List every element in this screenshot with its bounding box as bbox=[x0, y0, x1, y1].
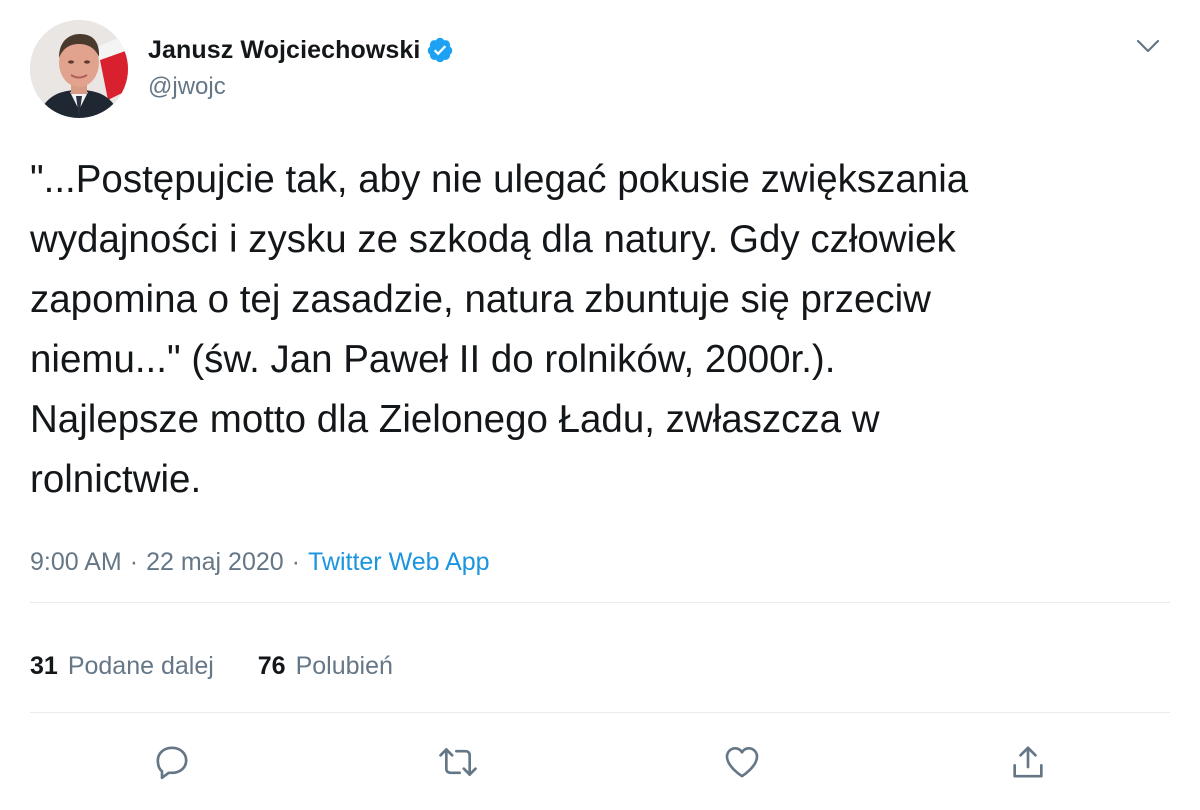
like-button[interactable] bbox=[718, 738, 766, 786]
tweet-actions bbox=[0, 738, 1200, 788]
divider bbox=[30, 602, 1170, 603]
tweet-header: Janusz Wojciechowski @jwojc bbox=[30, 20, 1170, 120]
author-display-name[interactable]: Janusz Wojciechowski bbox=[148, 36, 420, 65]
retweets-stat[interactable]: 31 Podane dalej bbox=[30, 652, 214, 681]
tweet-time[interactable]: 9:00 AM bbox=[30, 548, 122, 577]
heart-icon bbox=[725, 747, 759, 778]
likes-label: Polubień bbox=[295, 651, 393, 680]
tweet-date[interactable]: 22 maj 2020 bbox=[146, 548, 284, 577]
avatar-photo-icon bbox=[30, 20, 128, 118]
retweets-count: 31 bbox=[30, 651, 58, 680]
author-info: Janusz Wojciechowski @jwojc bbox=[148, 34, 454, 101]
reply-icon bbox=[156, 746, 188, 780]
likes-count: 76 bbox=[257, 651, 286, 680]
tweet-stats: 31 Podane dalej 76 Polubień bbox=[30, 648, 437, 684]
tweet-source-link[interactable]: Twitter Web App bbox=[308, 548, 490, 577]
meta-separator: · bbox=[129, 547, 139, 576]
retweet-button[interactable] bbox=[434, 738, 482, 786]
avatar[interactable] bbox=[30, 20, 128, 118]
likes-stat[interactable]: 76 Polubień bbox=[258, 652, 393, 681]
tweet-meta: 9:00 AM · 22 maj 2020 · Twitter Web App bbox=[30, 544, 490, 580]
share-icon bbox=[1013, 746, 1043, 778]
verified-badge-icon bbox=[426, 36, 454, 64]
meta-separator: · bbox=[291, 547, 300, 576]
name-row: Janusz Wojciechowski bbox=[148, 34, 454, 66]
retweet-icon bbox=[439, 748, 477, 776]
tweet-text: "...Postępujcie tak, aby nie ulegać poku… bbox=[30, 158, 969, 501]
divider bbox=[30, 712, 1170, 713]
retweets-label: Podane dalej bbox=[67, 651, 214, 680]
reply-button[interactable] bbox=[148, 738, 196, 786]
tweet-card: Janusz Wojciechowski @jwojc "...Postępuj… bbox=[0, 0, 1200, 810]
share-button[interactable] bbox=[1004, 738, 1052, 786]
more-options-chevron-down-icon[interactable] bbox=[1130, 32, 1166, 60]
author-handle[interactable]: @jwojc bbox=[148, 73, 454, 101]
